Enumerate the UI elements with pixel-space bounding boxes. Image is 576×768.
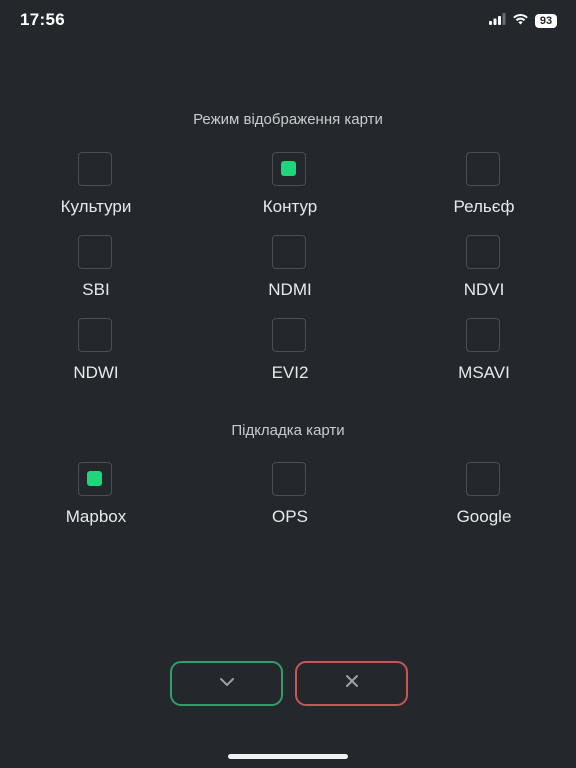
option-ndmi[interactable]: NDMI xyxy=(210,235,370,315)
battery-icon: 93 xyxy=(535,14,557,28)
wifi-icon xyxy=(512,12,529,30)
option-label: SBI xyxy=(82,280,110,299)
base-layer-title: Підкладка карти xyxy=(231,422,345,439)
checkbox[interactable] xyxy=(78,152,112,186)
option-label: Google xyxy=(456,507,512,526)
option-evi2[interactable]: EVI2 xyxy=(210,318,370,398)
checkbox[interactable] xyxy=(466,235,500,269)
option-label: Mapbox xyxy=(65,507,127,526)
checked-indicator xyxy=(87,471,102,486)
option-ndwi[interactable]: NDWI xyxy=(16,318,176,398)
option-label: Контур xyxy=(262,197,318,216)
option-contour[interactable]: Контур xyxy=(210,152,370,232)
close-icon xyxy=(344,673,360,694)
option-sbi[interactable]: SBI xyxy=(16,235,176,315)
cellular-signal-icon xyxy=(489,12,506,30)
option-mapbox[interactable]: Mapbox xyxy=(16,462,176,542)
option-label: EVI2 xyxy=(271,363,309,382)
option-ndvi[interactable]: NDVI xyxy=(404,235,564,315)
option-msavi[interactable]: MSAVI xyxy=(404,318,564,398)
checkbox[interactable] xyxy=(466,152,500,186)
option-relief[interactable]: Рельєф xyxy=(404,152,564,232)
checkbox[interactable] xyxy=(272,235,306,269)
confirm-button[interactable] xyxy=(170,661,283,706)
checkbox[interactable] xyxy=(78,235,112,269)
checkbox[interactable] xyxy=(466,462,500,496)
option-ops[interactable]: OPS xyxy=(210,462,370,542)
checkbox[interactable] xyxy=(272,462,306,496)
status-icons: 93 xyxy=(489,12,557,30)
option-label: NDMI xyxy=(268,280,312,299)
cancel-button[interactable] xyxy=(295,661,408,706)
checkbox[interactable] xyxy=(466,318,500,352)
option-label: OPS xyxy=(272,507,308,526)
checkbox-checked[interactable] xyxy=(272,152,306,186)
status-time: 17:56 xyxy=(20,10,65,29)
chevron-down-icon xyxy=(218,675,236,693)
map-mode-title: Режим відображення карти xyxy=(193,111,383,128)
status-bar: 17:56 93 xyxy=(0,0,576,40)
checked-indicator xyxy=(281,161,296,176)
checkbox[interactable] xyxy=(272,318,306,352)
home-indicator xyxy=(228,754,348,759)
checkbox[interactable] xyxy=(78,318,112,352)
checkbox-checked[interactable] xyxy=(78,462,112,496)
option-cultures[interactable]: Культури xyxy=(16,152,176,232)
option-google[interactable]: Google xyxy=(404,462,564,542)
option-label: MSAVI xyxy=(458,363,510,382)
option-label: Рельєф xyxy=(453,197,515,216)
option-label: NDVI xyxy=(463,280,505,299)
option-label: Культури xyxy=(60,197,132,216)
option-label: NDWI xyxy=(73,363,119,382)
